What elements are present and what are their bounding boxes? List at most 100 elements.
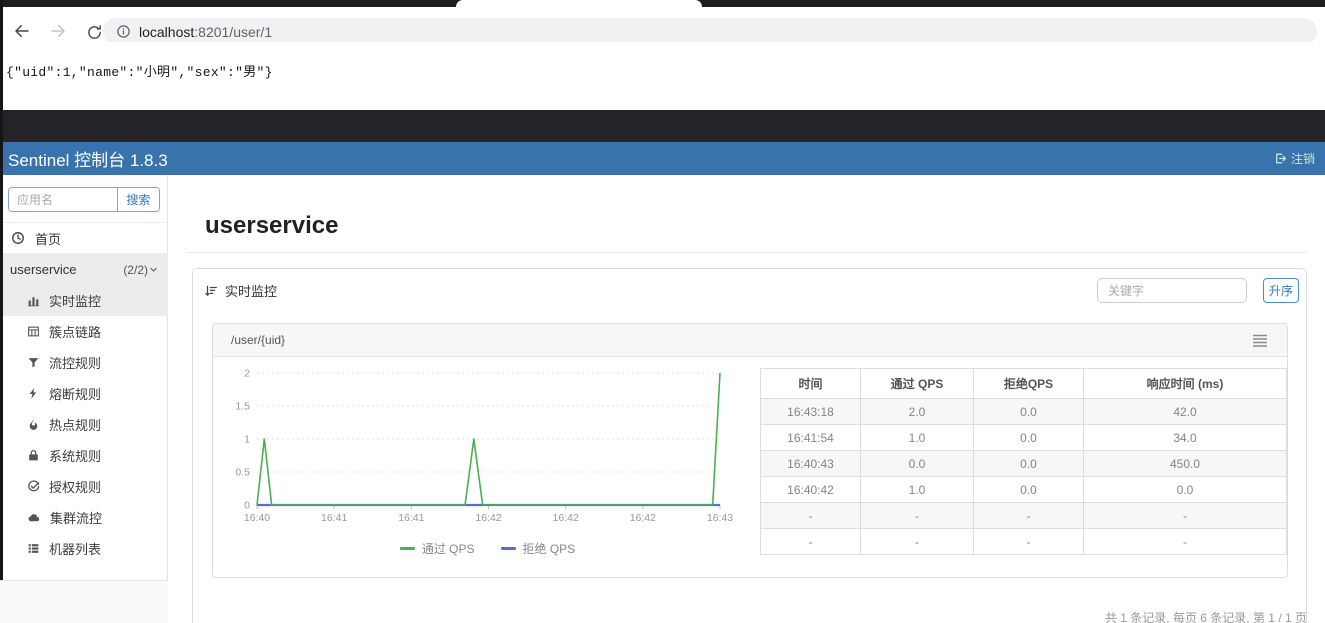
legend-item[interactable]: 拒绝 QPS — [500, 540, 576, 557]
browser-toolbar: localhost:8201/user/1 — [0, 7, 1325, 45]
table-header-cell: 响应时间 (ms) — [1083, 368, 1287, 399]
table-cell: - — [1083, 528, 1287, 555]
search-button[interactable]: 搜索 — [117, 188, 159, 211]
legend-dash — [500, 547, 516, 550]
table-row: ---- — [760, 528, 1287, 555]
back-icon[interactable] — [10, 19, 34, 43]
sidebar-app-group[interactable]: userservice (2/2) — [0, 254, 168, 285]
table-row: 16:40:42 1.0 0.0 0.0 — [760, 476, 1287, 503]
table-cell: 0.0 — [1083, 476, 1287, 503]
table-cell: 16:40:42 — [760, 476, 861, 503]
logout-label: 注销 — [1290, 152, 1315, 166]
logout-icon — [1276, 153, 1287, 164]
resource-title: /user/{uid} — [231, 333, 286, 347]
table-header-row: 时间 通过 QPS 拒绝QPS 响应时间 (ms) — [760, 368, 1287, 399]
legend-item[interactable]: 通过 QPS — [399, 540, 475, 557]
table-header-cell: 通过 QPS — [860, 368, 974, 399]
menu-item-label: 集群流控 — [50, 511, 103, 526]
menu-item-label: 簇点链路 — [49, 325, 102, 340]
info-icon[interactable] — [116, 24, 131, 39]
sidebar-item-流控规则[interactable]: 流控规则 — [0, 347, 168, 378]
table-cell: - — [1083, 502, 1287, 529]
window-left-edge — [0, 0, 3, 580]
logout-link[interactable]: 注销 — [1274, 150, 1315, 167]
table-cell: - — [760, 528, 861, 555]
forward-icon[interactable] — [46, 19, 70, 43]
bolt-icon — [27, 387, 40, 400]
y-tick-label: 0 — [244, 500, 250, 512]
filter-icon — [27, 356, 40, 369]
menu-item-label: 授权规则 — [49, 480, 102, 495]
x-tick-label: 16:42 — [630, 512, 656, 524]
page-title: userservice — [205, 212, 339, 239]
sidebar-item-home[interactable]: 首页 — [0, 223, 168, 253]
sidebar-item-实时监控[interactable]: 实时监控 — [0, 285, 168, 316]
table-cell: 0.0 — [973, 398, 1084, 425]
app-name: userservice — [10, 262, 77, 277]
menu-item-label: 机器列表 — [49, 542, 102, 557]
cloud-icon — [27, 511, 41, 524]
table-icon — [27, 325, 40, 338]
resource-card-header: /user/{uid} — [213, 324, 1287, 357]
fire-icon — [27, 418, 40, 431]
check-circle-icon — [27, 480, 40, 493]
sidebar-home-label: 首页 — [35, 231, 62, 247]
table-cell: 0.0 — [973, 424, 1084, 451]
table-cell: - — [973, 528, 1084, 555]
table-cell: 450.0 — [1083, 450, 1287, 477]
sidebar-item-簇点链路[interactable]: 簇点链路 — [0, 316, 168, 347]
table-cell: 16:43:18 — [760, 398, 861, 425]
table-cell: 1.0 — [860, 424, 974, 451]
sidebar-item-机器列表[interactable]: 机器列表 — [0, 533, 168, 564]
table-cell: 16:41:54 — [760, 424, 861, 451]
table-cell: - — [760, 502, 861, 529]
table-cell: 0.0 — [860, 450, 974, 477]
table-cell: - — [973, 502, 1084, 529]
x-tick-label: 16:41 — [321, 512, 347, 524]
y-tick-label: 1 — [244, 434, 250, 446]
divider — [187, 252, 1307, 253]
menu-icon[interactable] — [1253, 334, 1267, 347]
x-tick-label: 16:43 — [707, 512, 733, 524]
x-tick-label: 16:42 — [553, 512, 579, 524]
y-tick-label: 1.5 — [235, 401, 250, 413]
app-title: Sentinel 控制台 1.8.3 — [8, 151, 168, 170]
table-cell: 16:40:43 — [760, 450, 861, 477]
table-row: 16:43:18 2.0 0.0 42.0 — [760, 398, 1287, 425]
metric-table: 时间 通过 QPS 拒绝QPS 响应时间 (ms) 16:43:18 2.0 0.0 42.… — [760, 368, 1287, 555]
browser-tab[interactable] — [456, 0, 702, 7]
table-cell: 1.0 — [860, 476, 974, 503]
sidebar-item-热点规则[interactable]: 热点规则 — [0, 409, 168, 440]
sidebar-item-系统规则[interactable]: 系统规则 — [0, 440, 168, 471]
table-cell: - — [860, 502, 974, 529]
sort-order-button[interactable]: 升序 — [1263, 278, 1299, 303]
window-top-bar — [0, 110, 1325, 142]
y-tick-label: 2 — [244, 368, 250, 380]
pagination-text: 共 1 条记录, 每页 6 条记录, 第 1 / 1 页 — [1104, 611, 1307, 623]
panel-title: 实时监控 — [225, 284, 278, 299]
app-search-input[interactable] — [9, 188, 117, 211]
menu-item-label: 热点规则 — [49, 418, 102, 433]
app-header: Sentinel 控制台 1.8.3 注销 — [0, 142, 1325, 175]
table-header-cell: 时间 — [760, 368, 861, 399]
legend-dash — [399, 547, 415, 550]
table-row: 16:41:54 1.0 0.0 34.0 — [760, 424, 1287, 451]
chart-legend: 通过 QPS 拒绝 QPS — [255, 540, 720, 557]
sidebar-item-集群流控[interactable]: 集群流控 — [0, 502, 168, 533]
qps-chart: 0 0.5 1 1.5 2 16:40 16:41 16:41 16:42 16:42 16:42 1… — [235, 368, 733, 525]
chevron-down-icon — [150, 267, 157, 272]
clock-icon — [12, 232, 24, 244]
url-bar[interactable]: localhost:8201/user/1 — [103, 18, 1317, 45]
y-tick-label: 0.5 — [235, 467, 250, 479]
legend-label: 拒绝 QPS — [522, 542, 576, 556]
table-cell: 0.0 — [973, 476, 1084, 503]
app-health-badge: (2/2) — [123, 263, 158, 277]
table-cell: - — [860, 528, 974, 555]
menu-item-label: 流控规则 — [49, 356, 102, 371]
sort-amount-icon — [205, 285, 217, 296]
bar-chart-icon — [27, 294, 40, 307]
sidebar-item-授权规则[interactable]: 授权规则 — [0, 471, 168, 502]
sidebar-item-熔断规则[interactable]: 熔断规则 — [0, 378, 168, 409]
list-icon — [27, 542, 40, 555]
keyword-input[interactable] — [1097, 278, 1247, 303]
